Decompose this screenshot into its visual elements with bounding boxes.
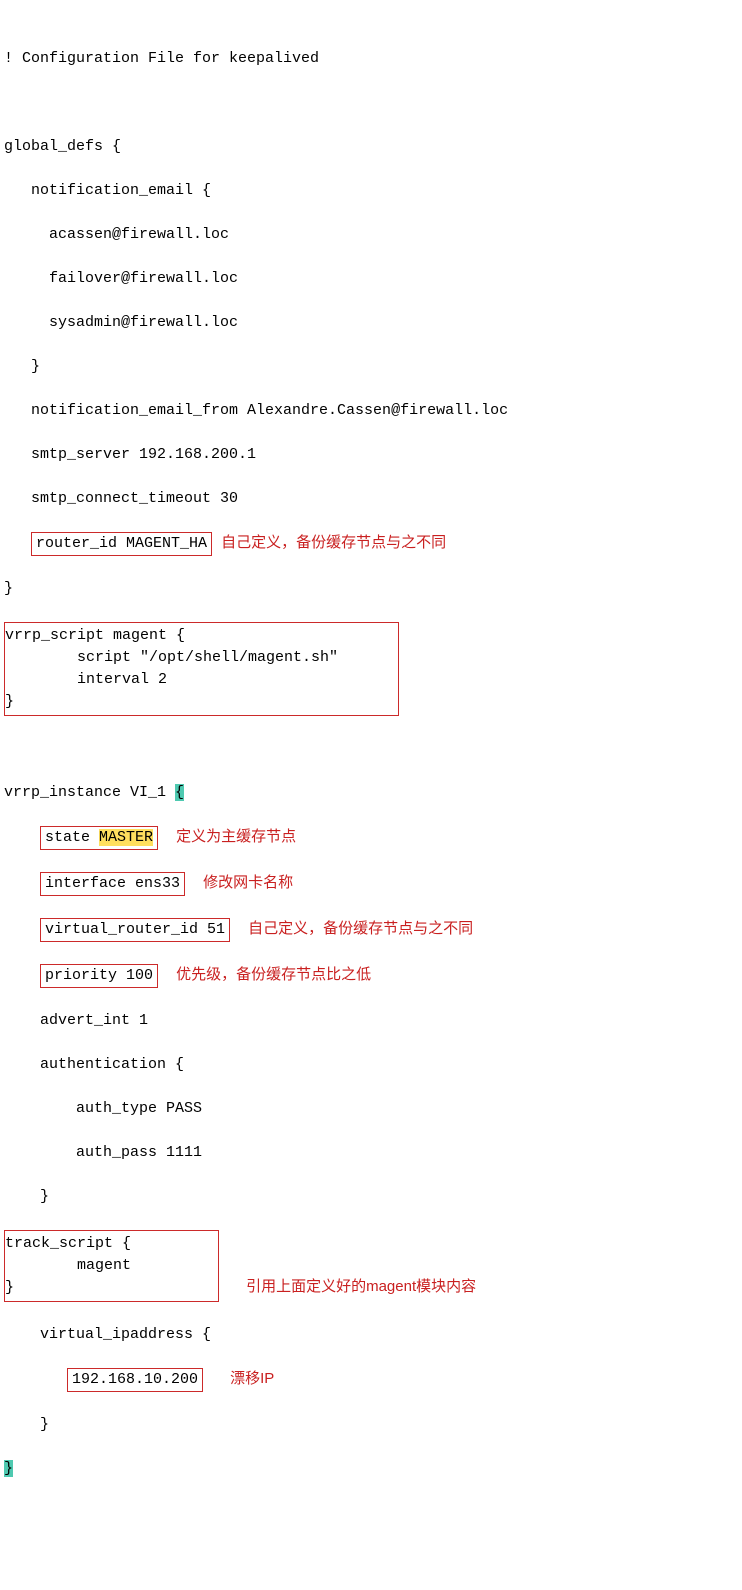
line-vrid: virtual_router_id 51 自己定义，备份缓存节点与之不同 <box>4 918 742 942</box>
line: acassen@firewall.loc <box>4 224 742 246</box>
note-state: 定义为主缓存节点 <box>176 828 296 845</box>
line-blank <box>4 92 742 114</box>
note-vrid: 自己定义，备份缓存节点与之不同 <box>248 920 473 937</box>
note-track-script: 引用上面定义好的magent模块内容 <box>246 1278 476 1295</box>
config-file-view: ! Configuration File for keepalived glob… <box>4 26 742 1502</box>
line-vrrp-instance: vrrp_instance VI_1 { <box>4 782 742 804</box>
boxed-state: state MASTER <box>40 826 158 850</box>
line: global_defs { <box>4 136 742 158</box>
line-blank <box>4 738 742 760</box>
line: advert_int 1 <box>4 1010 742 1032</box>
note-priority: 优先级，备份缓存节点比之低 <box>176 966 371 983</box>
line: sysadmin@firewall.loc <box>4 312 742 334</box>
boxed-router-id: router_id MAGENT_HA <box>31 532 212 556</box>
line-track-script-block: track_script { magent } 引用上面定义好的magent模块… <box>4 1230 742 1302</box>
boxed-vip: 192.168.10.200 <box>67 1368 203 1392</box>
line: notification_email_from Alexandre.Cassen… <box>4 400 742 422</box>
note-interface: 修改网卡名称 <box>203 874 293 891</box>
line-comment: ! Configuration File for keepalived <box>4 48 742 70</box>
line: smtp_connect_timeout 30 <box>4 488 742 510</box>
boxed-vrrp-script: vrrp_script magent { script "/opt/shell/… <box>4 622 399 716</box>
line: } <box>4 1186 742 1208</box>
note-router-id: 自己定义，备份缓存节点与之不同 <box>221 534 446 551</box>
boxed-priority: priority 100 <box>40 964 158 988</box>
line: } <box>4 1414 742 1436</box>
boxed-vrid: virtual_router_id 51 <box>40 918 230 942</box>
hl-master: MASTER <box>99 829 153 846</box>
line: } <box>4 578 742 600</box>
line: auth_pass 1111 <box>4 1142 742 1164</box>
line: smtp_server 192.168.200.1 <box>4 444 742 466</box>
line-state: state MASTER 定义为主缓存节点 <box>4 826 742 850</box>
line: notification_email { <box>4 180 742 202</box>
line-close-brace: } <box>4 1458 742 1480</box>
note-vip: 漂移IP <box>230 1370 274 1387</box>
line-router-id: router_id MAGENT_HA 自己定义，备份缓存节点与之不同 <box>4 532 742 556</box>
cursor-brace-close: } <box>4 1460 13 1477</box>
line-priority: priority 100 优先级，备份缓存节点比之低 <box>4 964 742 988</box>
line-vrrp-script-block: vrrp_script magent { script "/opt/shell/… <box>4 622 742 716</box>
line: authentication { <box>4 1054 742 1076</box>
boxed-track-script: track_script { magent } <box>4 1230 219 1302</box>
line: } <box>4 356 742 378</box>
line: failover@firewall.loc <box>4 268 742 290</box>
cursor-brace: { <box>175 784 184 801</box>
line: auth_type PASS <box>4 1098 742 1120</box>
line-interface: interface ens33 修改网卡名称 <box>4 872 742 896</box>
boxed-interface: interface ens33 <box>40 872 185 896</box>
line: virtual_ipaddress { <box>4 1324 742 1346</box>
line-vip: 192.168.10.200 漂移IP <box>4 1368 742 1392</box>
